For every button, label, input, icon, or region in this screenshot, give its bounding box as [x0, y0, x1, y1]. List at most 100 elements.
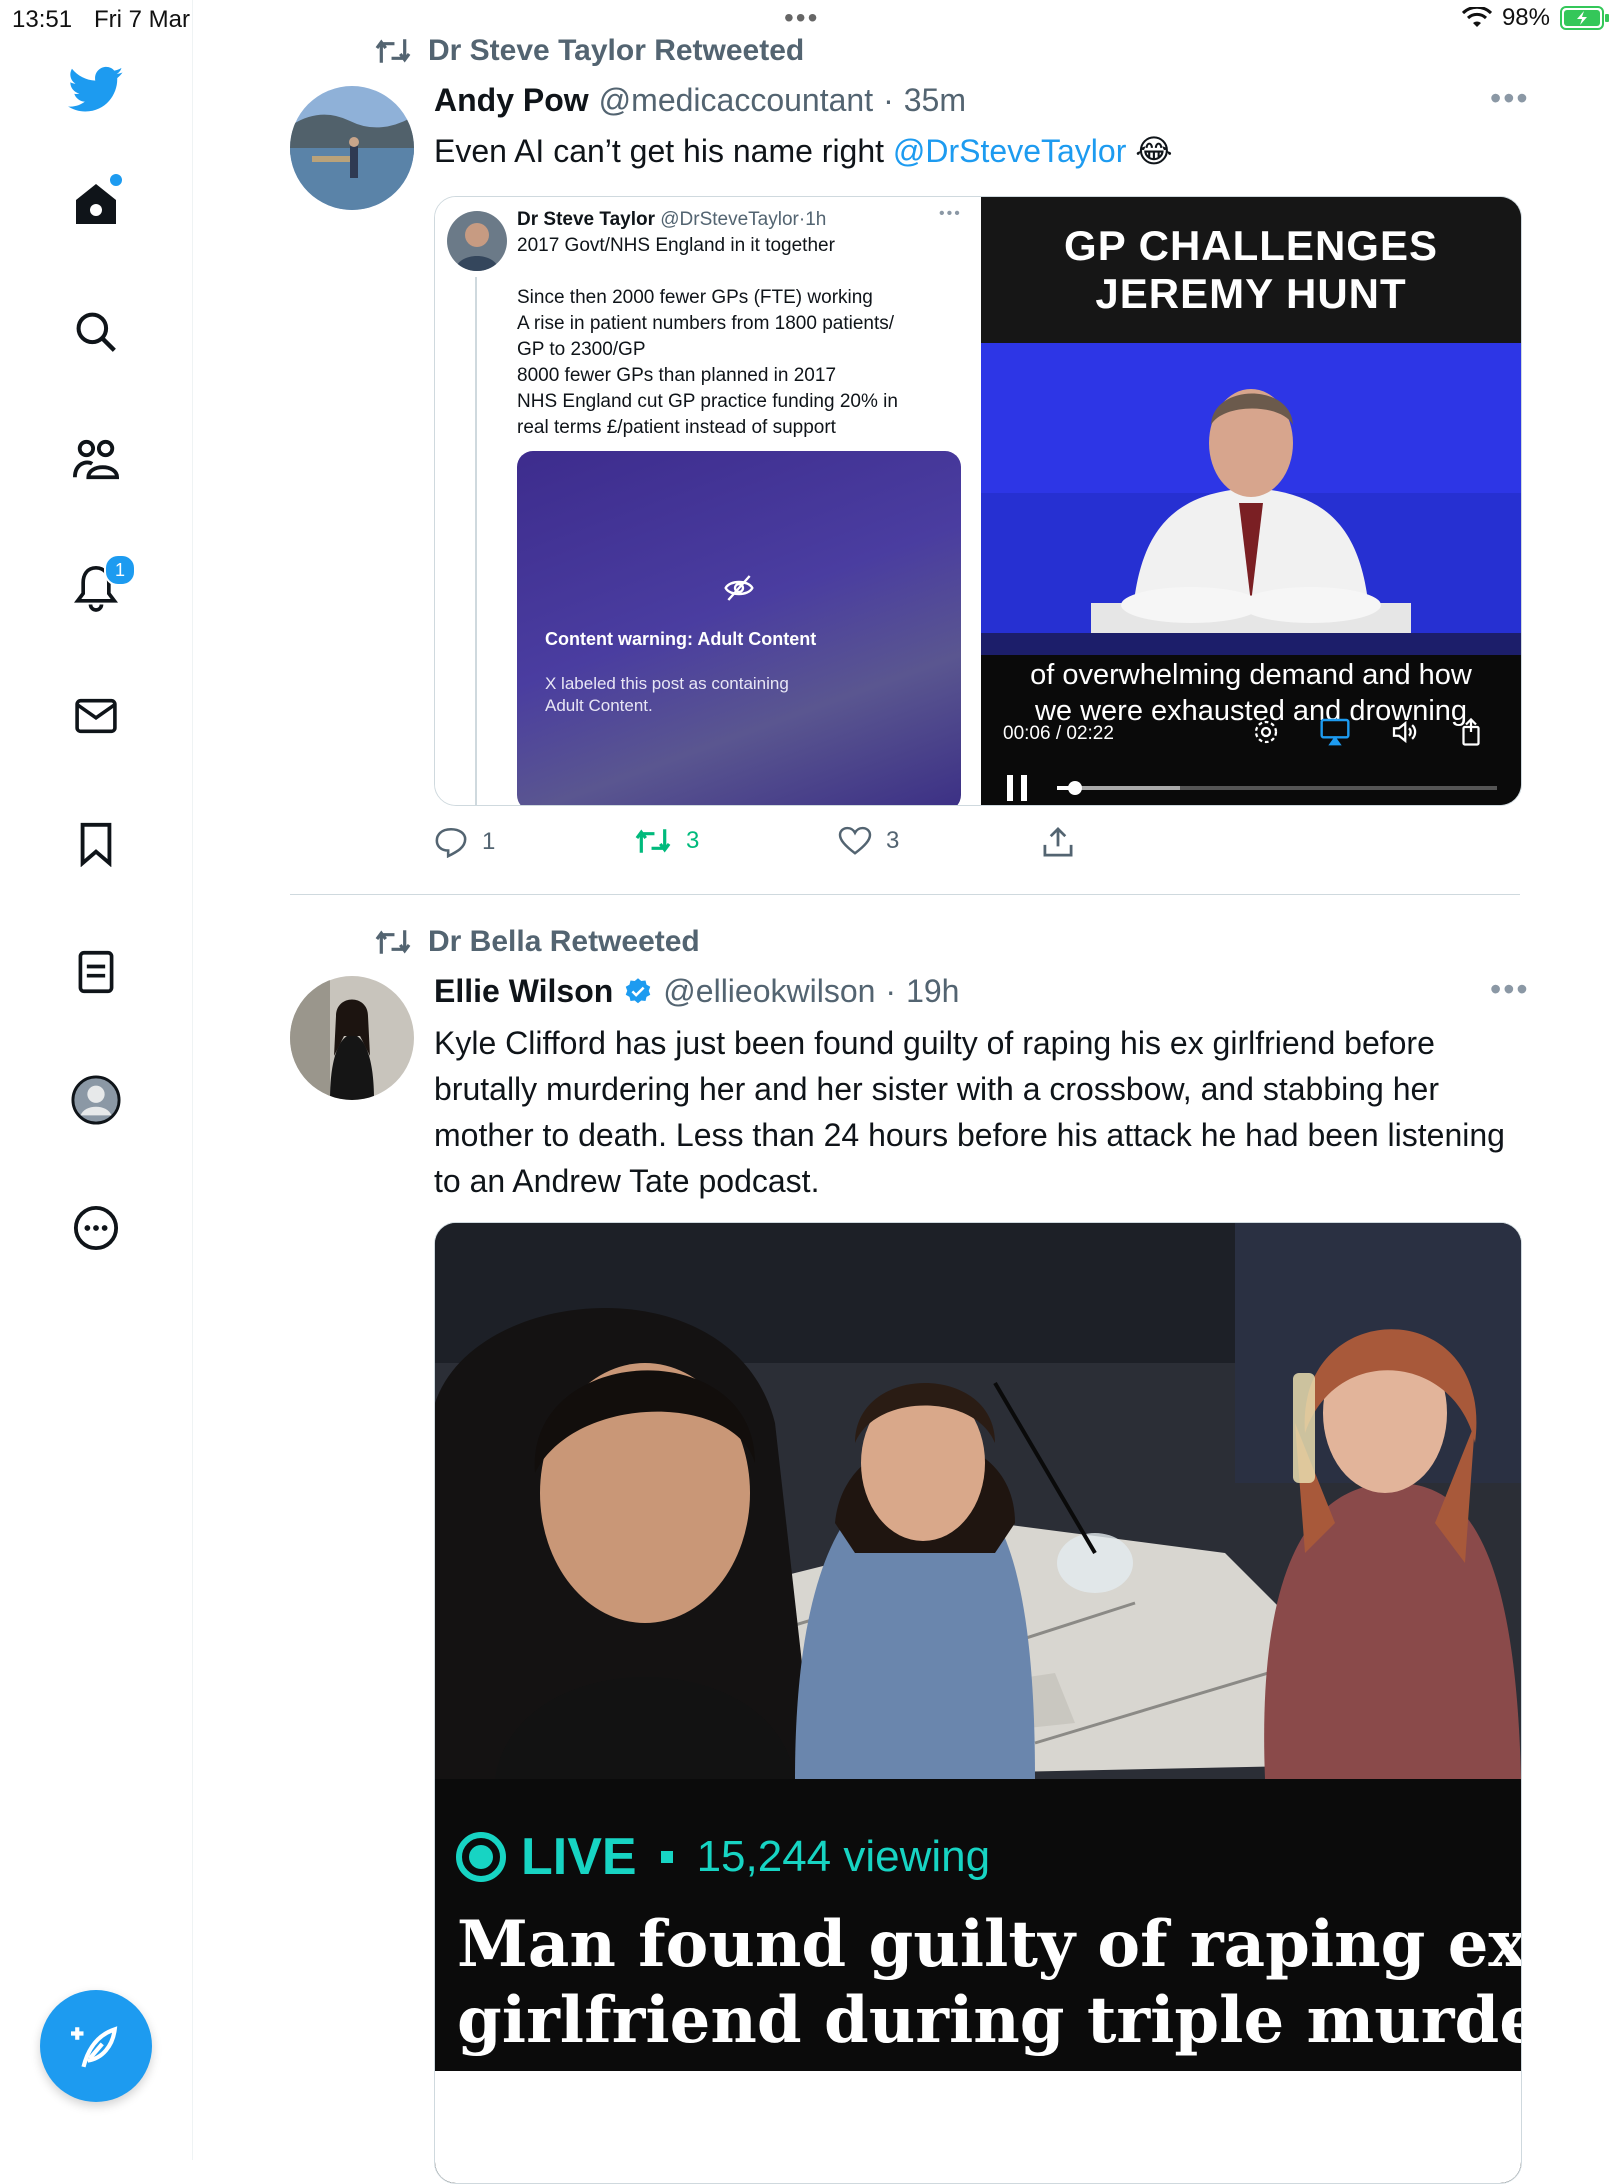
separator: ·	[885, 973, 897, 1009]
reply-icon	[435, 827, 467, 858]
mention-link[interactable]: @DrSteveTaylor	[893, 133, 1126, 169]
link-card-footer	[435, 2071, 1521, 2183]
share-icon	[1043, 826, 1073, 857]
profile-avatar-icon[interactable]	[62, 1066, 130, 1134]
video-player[interactable]: GP CHALLENGES JEREMY HUNT of overwhelmin…	[981, 197, 1521, 805]
messages-envelope-icon[interactable]	[62, 682, 130, 750]
warning-line: Adult Content.	[545, 696, 653, 715]
author-avatar[interactable]	[290, 976, 414, 1100]
quoted-line: GP to 2300/GP	[517, 339, 646, 360]
tweet-more-button[interactable]: •••	[1490, 971, 1530, 1008]
timestamp[interactable]: 19h	[906, 973, 959, 1010]
compose-feather-icon	[71, 2026, 118, 2068]
search-icon[interactable]	[62, 298, 130, 366]
video-headline-2: JEREMY HUNT	[1095, 270, 1407, 317]
quoted-line: real terms £/patient instead of support	[517, 417, 836, 438]
viewer-count: 15,244 viewing	[696, 1832, 991, 1881]
heart-icon	[838, 826, 872, 855]
warning-title: Content warning: Adult Content	[545, 629, 817, 649]
retweet-icon	[375, 930, 411, 954]
video-frame	[981, 343, 1521, 655]
multitasking-dots[interactable]: •••	[784, 2, 819, 34]
verified-badge-icon	[626, 977, 651, 1003]
live-dot-icon	[456, 1832, 506, 1882]
retweeted-by-label: Dr Bella Retweeted	[428, 925, 700, 958]
status-indicators: 98%	[1461, 4, 1610, 32]
twitter-logo-icon[interactable]	[62, 56, 130, 124]
like-button[interactable]: 3	[838, 826, 899, 856]
video-person-image	[981, 343, 1521, 655]
media-card[interactable]: Dr Steve Taylor @DrSteveTaylor·1h ••• 20…	[434, 196, 1522, 806]
live-label: LIVE	[521, 1828, 637, 1886]
airplay-icon[interactable]	[1319, 717, 1351, 747]
tweet-text: Kyle Clifford has just been found guilty…	[434, 1025, 1505, 1199]
retweet-context[interactable]: Dr Bella Retweeted	[374, 925, 700, 959]
separator: ·	[883, 82, 894, 118]
quoted-line: Since then 2000 fewer GPs (FTE) working	[517, 287, 873, 308]
tweet-body: Even AI can’t get his name right	[434, 133, 893, 169]
share-button[interactable]	[1042, 826, 1074, 858]
tweet-header: Andy Pow @medicaccountant · 35m	[434, 82, 966, 119]
quoted-line: 2017 Govt/NHS England in it together	[517, 235, 835, 256]
headline-line: girlfriend during triple murder	[457, 1983, 1522, 2058]
retweet-count: 3	[686, 827, 700, 854]
fullscreen-icon[interactable]	[1457, 717, 1485, 747]
retweet-button[interactable]: 3	[634, 826, 699, 856]
pause-icon-bar	[1007, 775, 1013, 801]
pause-icon-bar	[1021, 775, 1027, 801]
content-warning-box[interactable]: Content warning: Adult Content X labeled…	[517, 451, 961, 805]
communities-icon[interactable]	[62, 426, 130, 494]
retweeted-by-label: Dr Steve Taylor Retweeted	[428, 34, 805, 67]
video-control-icons	[1251, 717, 1485, 747]
quoted-avatar	[447, 211, 507, 271]
author-name[interactable]: Ellie Wilson	[434, 973, 613, 1010]
headline-line: Man found guilty of raping ex-	[457, 1907, 1522, 1982]
video-time: 00:06 / 02:22	[1003, 723, 1114, 744]
quoted-line-spacer	[517, 259, 967, 285]
home-icon[interactable]	[62, 170, 130, 238]
news-image[interactable]: LIVE 15,244 viewing Man found guilty of …	[434, 1222, 1522, 2184]
news-headline: Man found guilty of raping ex- girlfrien…	[457, 1907, 1522, 2059]
quoted-time: 1h	[805, 209, 827, 230]
laughing-emoji: 😂	[1135, 133, 1173, 169]
timestamp[interactable]: 35m	[904, 82, 966, 119]
battery-icon	[1560, 6, 1609, 30]
battery-percent: 98%	[1501, 4, 1550, 31]
video-headline-banner: GP CHALLENGES JEREMY HUNT	[981, 197, 1521, 343]
volume-icon[interactable]	[1389, 717, 1419, 747]
tweet-header: Ellie Wilson @ellieokwilson · 19h	[434, 973, 959, 1010]
thread-line	[475, 277, 477, 805]
live-separator	[660, 1851, 673, 1863]
quoted-line: NHS England cut GP practice funding 20% …	[517, 391, 898, 412]
quoted-line: A rise in patient numbers from 1800 pati…	[517, 313, 895, 334]
reply-count: 1	[482, 828, 496, 855]
compose-tweet-button[interactable]	[40, 1990, 152, 2102]
author-name[interactable]: Andy Pow	[434, 82, 589, 119]
quoted-header: Dr Steve Taylor @DrSteveTaylor·1h	[517, 209, 826, 231]
bookmarks-icon[interactable]	[62, 810, 130, 878]
tweet-more-button[interactable]: •••	[1490, 80, 1530, 117]
retweet-context[interactable]: Dr Steve Taylor Retweeted	[374, 34, 804, 68]
notification-badge: 1	[104, 554, 136, 586]
author-handle[interactable]: @ellieokwilson	[663, 973, 875, 1010]
pause-button[interactable]	[1007, 775, 1027, 801]
quoted-handle: @DrSteveTaylor	[660, 209, 799, 230]
seek-knob[interactable]	[1067, 781, 1082, 795]
lists-icon[interactable]	[62, 938, 130, 1006]
quoted-tweet-screenshot: Dr Steve Taylor @DrSteveTaylor·1h ••• 20…	[435, 197, 981, 805]
eye-slash-icon	[724, 575, 754, 601]
video-headline-1: GP CHALLENGES	[1064, 222, 1438, 269]
live-news-banner: LIVE 15,244 viewing Man found guilty of …	[435, 1779, 1521, 2183]
notifications-bell-icon[interactable]: 1	[62, 554, 136, 622]
tweet-divider	[290, 894, 1520, 895]
seek-bar[interactable]	[1057, 781, 1497, 795]
author-avatar[interactable]	[290, 86, 414, 210]
photo-three-women	[435, 1223, 1521, 1779]
reply-button[interactable]: 1	[434, 826, 495, 858]
more-options-icon[interactable]	[62, 1194, 130, 1262]
sidebar-nav: 1	[0, 0, 193, 2160]
tweet-text: Even AI can’t get his name right @DrStev…	[434, 128, 1173, 174]
author-handle[interactable]: @medicaccountant	[599, 82, 873, 119]
settings-gear-icon[interactable]	[1251, 717, 1281, 747]
retweet-icon	[375, 39, 411, 63]
